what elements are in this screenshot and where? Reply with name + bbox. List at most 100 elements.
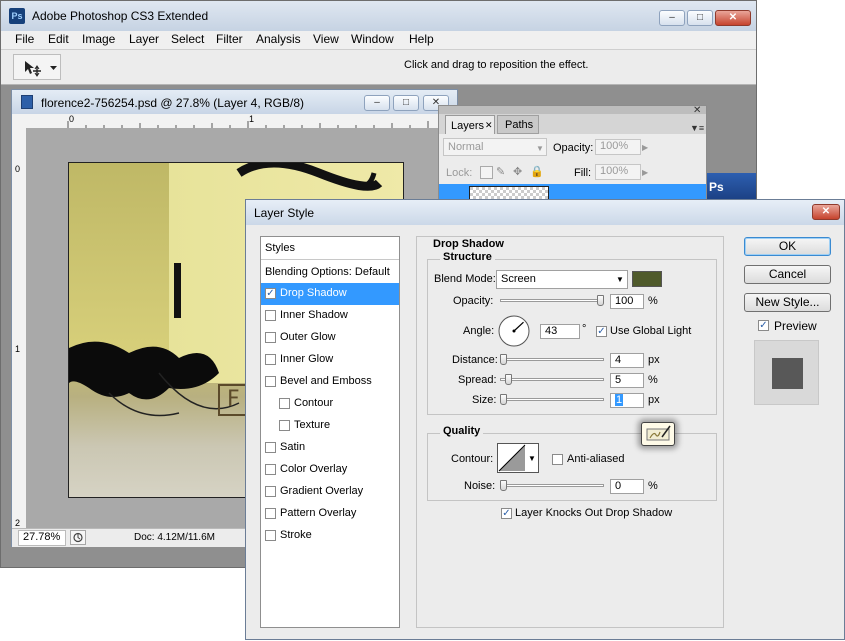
style-item[interactable]: Gradient Overlay [261, 481, 399, 503]
size-slider[interactable] [500, 398, 604, 401]
spread-slider-thumb[interactable] [504, 374, 512, 385]
menu-view[interactable]: View [313, 32, 339, 46]
style-item-label: Gradient Overlay [280, 485, 364, 497]
style-item-checkbox[interactable] [279, 420, 290, 431]
style-item-checkbox[interactable] [265, 332, 276, 343]
size-slider-thumb[interactable] [500, 394, 507, 405]
opacity-slider-thumb[interactable] [597, 295, 604, 306]
maximize-button[interactable]: □ [687, 10, 713, 26]
close-button[interactable]: ✕ [715, 10, 751, 26]
preview-checkbox[interactable]: ✓ [758, 320, 769, 331]
distance-slider-thumb[interactable] [500, 354, 507, 365]
distance-field[interactable]: 4 [610, 353, 644, 368]
lock-move-icon[interactable]: ✥ [513, 165, 522, 178]
lock-brush-icon[interactable]: ✎ [496, 165, 505, 178]
style-item-checkbox[interactable] [265, 354, 276, 365]
tool-preset-picker[interactable] [13, 54, 61, 80]
menu-window[interactable]: Window [351, 32, 394, 46]
menu-select[interactable]: Select [171, 32, 204, 46]
anti-aliased-checkbox[interactable] [552, 454, 563, 465]
distance-slider[interactable] [500, 358, 604, 361]
noise-slider-thumb[interactable] [500, 480, 507, 491]
status-options-icon[interactable] [70, 530, 86, 545]
styles-header-row[interactable]: Styles [261, 237, 399, 260]
fill-label: Fill: [574, 167, 592, 179]
spread-field[interactable]: 5 [610, 373, 644, 388]
knockout-checkbox[interactable]: ✓ [501, 508, 512, 519]
style-item[interactable]: Color Overlay [261, 459, 399, 481]
lock-all-icon[interactable]: 🔒 [530, 165, 544, 178]
chevron-down-icon: ▼ [528, 454, 536, 463]
style-item[interactable]: Satin [261, 437, 399, 459]
style-item-checkbox[interactable] [265, 486, 276, 497]
menu-help[interactable]: Help [409, 32, 434, 46]
chevron-right-icon[interactable]: ▶ [642, 168, 648, 177]
drag-reposition-cursor-icon [641, 422, 675, 446]
style-item-checkbox[interactable] [265, 508, 276, 519]
angle-field[interactable]: 43 [540, 324, 580, 339]
style-item[interactable]: Inner Shadow [261, 305, 399, 327]
noise-slider[interactable] [500, 484, 604, 487]
blending-options-row[interactable]: Blending Options: Default [261, 261, 399, 284]
menu-analysis[interactable]: Analysis [256, 32, 301, 46]
blend-mode-select[interactable]: Screen [496, 270, 628, 289]
document-titlebar[interactable]: florence2-756254.psd @ 27.8% (Layer 4, R… [12, 90, 457, 114]
options-bar: Click and drag to reposition the effect. [1, 49, 756, 85]
style-item-checkbox[interactable] [279, 398, 290, 409]
lock-transparent-icon[interactable] [480, 166, 493, 179]
panel-grip[interactable] [439, 106, 706, 114]
menu-edit[interactable]: Edit [48, 32, 69, 46]
style-item[interactable]: Contour [261, 393, 399, 415]
layer-blend-mode-select[interactable]: Normal [443, 138, 547, 156]
tab-close-icon[interactable]: ✕ [485, 120, 493, 131]
background-panel-fragment: Ps [707, 173, 756, 201]
menu-image[interactable]: Image [82, 32, 115, 46]
use-global-light-checkbox[interactable]: ✓ [596, 326, 607, 337]
opacity-slider[interactable] [500, 299, 604, 302]
panel-close-icon[interactable]: ✕ [693, 106, 701, 116]
angle-dial[interactable] [497, 314, 531, 348]
style-item-checkbox[interactable] [265, 310, 276, 321]
minimize-button[interactable]: – [659, 10, 685, 26]
dialog-close-button[interactable]: ✕ [812, 204, 840, 220]
menu-file[interactable]: File [15, 32, 34, 46]
spread-label: Spread: [458, 374, 497, 386]
style-item-checkbox[interactable] [265, 442, 276, 453]
spread-slider[interactable] [500, 378, 604, 381]
zoom-field[interactable]: 27.78% [18, 530, 66, 546]
ok-button[interactable]: OK [744, 237, 831, 256]
noise-field[interactable]: 0 [610, 479, 644, 494]
layer-opacity-field[interactable]: 100% [595, 139, 641, 155]
style-item[interactable]: Stroke [261, 525, 399, 547]
size-field[interactable]: 1 [610, 393, 644, 408]
style-item[interactable]: Texture [261, 415, 399, 437]
cancel-button[interactable]: Cancel [744, 265, 831, 284]
chevron-right-icon[interactable]: ▶ [642, 143, 648, 152]
shadow-color-swatch[interactable] [632, 271, 662, 287]
new-style-button[interactable]: New Style... [744, 293, 831, 312]
contour-picker[interactable]: ▼ [497, 443, 539, 473]
noise-label: Noise: [464, 480, 496, 492]
style-item-checkbox[interactable] [265, 464, 276, 475]
tab-layers[interactable]: Layers ✕ [445, 115, 495, 135]
style-item-label: Texture [294, 419, 331, 431]
style-item-checkbox[interactable]: ✓ [265, 288, 276, 299]
style-item[interactable]: Pattern Overlay [261, 503, 399, 525]
style-item[interactable]: Bevel and Emboss [261, 371, 399, 393]
style-item-label: Pattern Overlay [280, 507, 357, 519]
menu-filter[interactable]: Filter [216, 32, 243, 46]
fill-field[interactable]: 100% [595, 164, 641, 180]
style-item[interactable]: ✓ Drop Shadow [261, 283, 399, 305]
style-item[interactable]: Inner Glow [261, 349, 399, 371]
doc-maximize-button[interactable]: □ [393, 95, 419, 111]
doc-minimize-button[interactable]: – [364, 95, 390, 111]
dialog-titlebar[interactable]: Layer Style ✕ [246, 200, 844, 225]
panel-menu-icon[interactable]: ▼≡ [690, 123, 704, 133]
opacity-field[interactable]: 100 [610, 294, 644, 309]
tab-paths[interactable]: Paths [497, 115, 539, 134]
style-item-checkbox[interactable] [265, 530, 276, 541]
opacity-unit: % [648, 295, 658, 307]
menu-layer[interactable]: Layer [129, 32, 159, 46]
style-item[interactable]: Outer Glow [261, 327, 399, 349]
style-item-checkbox[interactable] [265, 376, 276, 387]
